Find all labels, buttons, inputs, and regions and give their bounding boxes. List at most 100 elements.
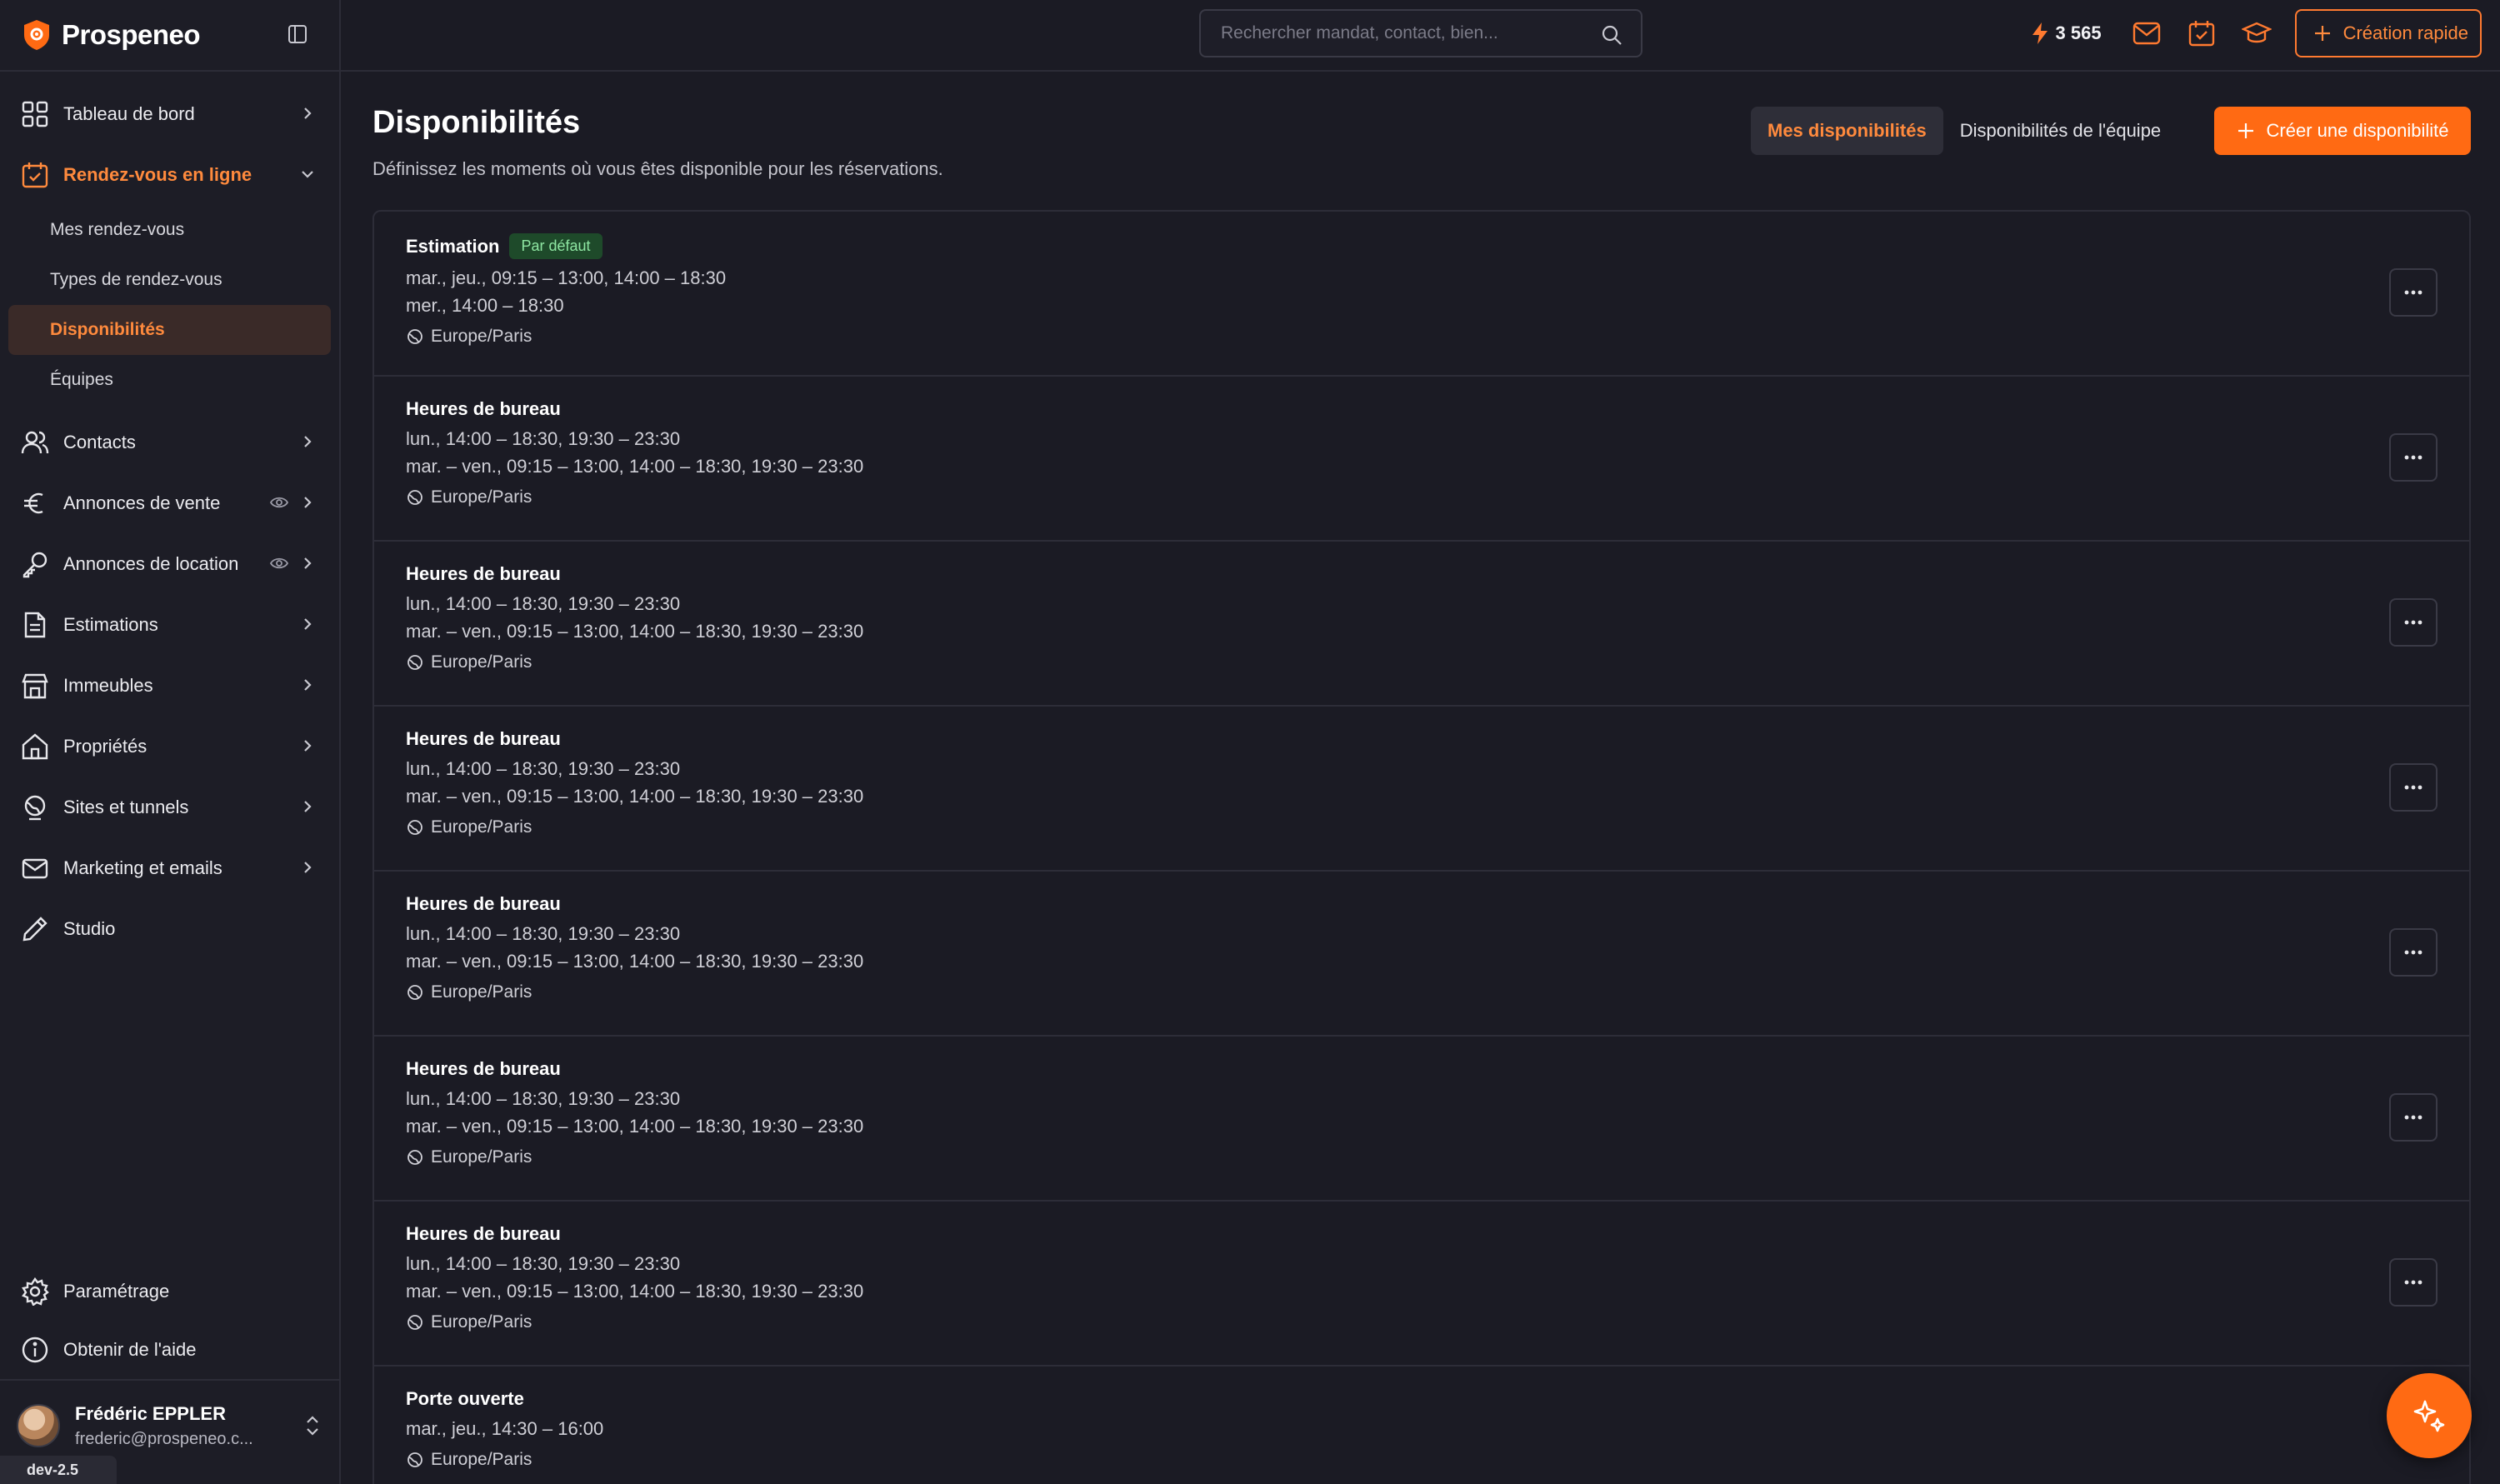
availability-timezone: Europe/Paris xyxy=(406,652,2469,672)
sidebar-bottom-nav: Paramétrage Obtenir de l'aide xyxy=(0,1262,341,1379)
users-icon xyxy=(18,426,52,459)
tab-mes-disponibilites[interactable]: Mes disponibilités xyxy=(1751,107,1943,155)
academy-button[interactable] xyxy=(2240,17,2273,50)
sidebar-item-tableau-de-bord[interactable]: Tableau de bord xyxy=(0,83,341,144)
sidebar-item-label: Rendez-vous en ligne xyxy=(63,163,252,185)
user-info: Frédéric EPPLER frederic@prospeneo.c... xyxy=(75,1403,283,1449)
user-name: Frédéric EPPLER xyxy=(75,1402,226,1424)
availability-schedule: mar. – ven., 09:15 – 13:00, 14:00 – 18:3… xyxy=(406,951,864,972)
sidebar-item-annonces-location[interactable]: Annonces de location xyxy=(0,533,341,594)
sidebar-item-aide[interactable]: Obtenir de l'aide xyxy=(0,1321,341,1379)
sidebar-item-annonces-vente[interactable]: Annonces de vente xyxy=(0,472,341,533)
availability-timezone: Europe/Paris xyxy=(406,1450,2469,1470)
sidebar-item-immeubles[interactable]: Immeubles xyxy=(0,655,341,716)
availability-title: Heures de bureau xyxy=(406,1223,561,1244)
availability-schedule: lun., 14:00 – 18:30, 19:30 – 23:30 xyxy=(406,923,681,944)
chevron-right-icon xyxy=(304,557,312,569)
chevron-down-icon xyxy=(302,171,313,178)
calendar-check-icon xyxy=(18,158,52,192)
sidebar-nav: Tableau de bord Rendez-vous en ligne Mes… xyxy=(0,83,341,959)
more-options-button[interactable] xyxy=(2389,1093,2438,1142)
sidebar-item-marketing[interactable]: Marketing et emails xyxy=(0,837,341,898)
home-icon xyxy=(18,730,52,763)
user-email: frederic@prospeneo.c... xyxy=(75,1429,253,1448)
availability-timezone: Europe/Paris xyxy=(406,327,2469,347)
availability-schedule: lun., 14:00 – 18:30, 19:30 – 23:30 xyxy=(406,1088,681,1109)
sidebar-item-proprietes[interactable]: Propriétés xyxy=(0,716,341,777)
document-icon xyxy=(18,608,52,642)
sidebar-item-label: Tableau de bord xyxy=(63,102,195,124)
messages-button[interactable] xyxy=(2130,17,2163,50)
user-menu[interactable]: Frédéric EPPLER frederic@prospeneo.c... xyxy=(17,1397,325,1455)
availability-schedule: mer., 14:00 – 18:30 xyxy=(406,295,564,316)
globe-icon xyxy=(408,985,422,1000)
timezone-label: Europe/Paris xyxy=(431,1450,532,1469)
more-options-button[interactable] xyxy=(2389,598,2438,647)
availability-card[interactable]: Heures de bureau lun., 14:00 – 18:30, 19… xyxy=(374,542,2469,707)
create-availability-button[interactable]: Créer une disponibilité xyxy=(2214,107,2471,155)
dashboard-icon xyxy=(18,97,52,131)
more-options-button[interactable] xyxy=(2389,928,2438,977)
brand-logo[interactable]: Prospeneo xyxy=(22,13,201,57)
mail-icon xyxy=(18,852,52,885)
more-options-button[interactable] xyxy=(2389,433,2438,482)
quick-create-button[interactable]: Création rapide xyxy=(2294,9,2482,57)
availability-card[interactable]: Estimation Par défaut mar., jeu., 09:15 … xyxy=(374,212,2469,377)
sidebar-divider xyxy=(0,70,341,72)
availability-card[interactable]: Porte ouverte mar., jeu., 14:30 – 16:00 … xyxy=(374,1367,2469,1484)
sidebar-item-studio[interactable]: Studio xyxy=(0,898,341,959)
availability-schedule: lun., 14:00 – 18:30, 19:30 – 23:30 xyxy=(406,428,681,449)
more-horizontal-icon xyxy=(2404,620,2422,625)
tab-disponibilites-equipe[interactable]: Disponibilités de l'équipe xyxy=(1943,107,2178,155)
availability-card[interactable]: Heures de bureau lun., 14:00 – 18:30, 19… xyxy=(374,707,2469,872)
availability-card[interactable]: Heures de bureau lun., 14:00 – 18:30, 19… xyxy=(374,1202,2469,1367)
eye-icon xyxy=(269,497,289,508)
credits-counter[interactable]: 3 565 xyxy=(2031,22,2102,45)
key-icon xyxy=(18,547,52,581)
availability-schedule: mar., jeu., 14:30 – 16:00 xyxy=(406,1418,604,1439)
topbar-actions: 3 565 Création rapide xyxy=(2031,9,2482,57)
sidebar-item-sites-tunnels[interactable]: Sites et tunnels xyxy=(0,777,341,837)
availability-schedule: mar. – ven., 09:15 – 13:00, 14:00 – 18:3… xyxy=(406,786,864,807)
globe-icon xyxy=(408,820,422,835)
availability-timezone: Europe/Paris xyxy=(406,487,2469,507)
eye-icon xyxy=(269,557,289,569)
chevron-right-icon xyxy=(304,497,312,508)
chevron-right-icon xyxy=(304,862,312,873)
info-icon xyxy=(18,1333,52,1367)
availability-card[interactable]: Heures de bureau lun., 14:00 – 18:30, 19… xyxy=(374,377,2469,542)
globe-icon xyxy=(18,791,52,824)
more-options-button[interactable] xyxy=(2389,763,2438,812)
availability-schedule: lun., 14:00 – 18:30, 19:30 – 23:30 xyxy=(406,1253,681,1274)
sidebar-item-estimations[interactable]: Estimations xyxy=(0,594,341,655)
sidebar-submenu-rendez-vous: Mes rendez-vous Types de rendez-vous Dis… xyxy=(0,205,341,412)
availability-schedule: mar. – ven., 09:15 – 13:00, 14:00 – 18:3… xyxy=(406,456,864,477)
availability-schedule: lun., 14:00 – 18:30, 19:30 – 23:30 xyxy=(406,758,681,779)
availability-card[interactable]: Heures de bureau lun., 14:00 – 18:30, 19… xyxy=(374,1037,2469,1202)
sidebar-item-label: Annonces de vente xyxy=(63,492,221,513)
search-box[interactable] xyxy=(1199,9,1642,57)
sidebar-subitem-disponibilites[interactable]: Disponibilités xyxy=(8,305,331,355)
sidebar-subitem-equipes[interactable]: Équipes xyxy=(8,355,331,405)
availability-title: Heures de bureau xyxy=(406,893,561,914)
availability-schedule: mar. – ven., 09:15 – 13:00, 14:00 – 18:3… xyxy=(406,1116,864,1137)
search-input[interactable] xyxy=(1221,23,1579,43)
default-badge: Par défaut xyxy=(509,233,602,259)
more-options-button[interactable] xyxy=(2389,1258,2438,1307)
assistant-fab-button[interactable] xyxy=(2387,1373,2472,1458)
sidebar-item-rendez-vous[interactable]: Rendez-vous en ligne xyxy=(0,144,341,205)
sidebar-subitem-types-rendez-vous[interactable]: Types de rendez-vous xyxy=(8,255,331,305)
chevron-right-icon xyxy=(304,436,312,447)
sidebar-item-contacts[interactable]: Contacts xyxy=(0,412,341,472)
sidebar-item-label: Paramétrage xyxy=(63,1281,170,1302)
agenda-button[interactable] xyxy=(2185,17,2218,50)
sidebar-collapse-button[interactable] xyxy=(283,20,312,48)
timezone-label: Europe/Paris xyxy=(431,327,532,346)
availability-schedule: mar. – ven., 09:15 – 13:00, 14:00 – 18:3… xyxy=(406,1281,864,1302)
sidebar-subitem-mes-rendez-vous[interactable]: Mes rendez-vous xyxy=(8,205,331,255)
sidebar-item-parametrage[interactable]: Paramétrage xyxy=(0,1262,341,1321)
availability-card[interactable]: Heures de bureau lun., 14:00 – 18:30, 19… xyxy=(374,872,2469,1037)
availability-title: Heures de bureau xyxy=(406,563,561,584)
more-options-button[interactable] xyxy=(2389,268,2438,317)
more-horizontal-icon xyxy=(2404,290,2422,295)
